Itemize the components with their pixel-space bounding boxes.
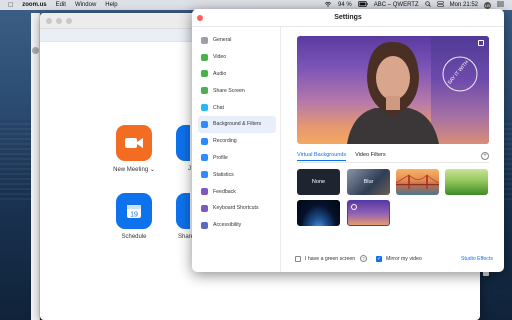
calendar-icon: 19 — [127, 205, 141, 219]
video-preview: SAY IT WITH — [297, 36, 489, 144]
video-camera-icon — [125, 138, 143, 148]
user-badge[interactable]: LB — [484, 1, 491, 9]
schedule-tile[interactable]: 19 Schedule — [104, 193, 164, 240]
battery-icon — [357, 1, 368, 9]
settings-sidebar: General Video Audio Share Screen Chat Backgro… — [198, 32, 276, 234]
menu-list-icon[interactable] — [497, 1, 504, 9]
sidebar-item-label: General — [213, 37, 232, 44]
statistics-icon — [201, 171, 208, 179]
apple-icon[interactable]:  — [8, 2, 13, 9]
sidebar-item-accessibility[interactable]: Accessibility — [198, 217, 276, 234]
menu-window[interactable]: Window — [75, 2, 96, 8]
watermark-badge: SAY IT WITH — [442, 56, 478, 92]
zoom-window-button[interactable] — [66, 18, 72, 24]
sidebar-item-keyboard-shortcuts[interactable]: Keyboard Shortcuts — [198, 200, 276, 217]
control-center-icon[interactable] — [436, 1, 444, 9]
feedback-icon — [201, 188, 208, 196]
add-background-button[interactable]: + — [481, 152, 489, 160]
sidebar-divider — [280, 27, 281, 272]
background-grass[interactable] — [445, 169, 488, 195]
chat-icon — [201, 104, 208, 112]
sidebar-item-label: Background & Filters — [213, 121, 262, 128]
background-blur[interactable]: Blur — [347, 169, 390, 195]
settings-window: Settings General Video Audio Share Screen Ch… — [192, 9, 504, 272]
sidebar-item-label: Video — [213, 54, 227, 61]
sidebar-item-label: Audio — [213, 70, 227, 77]
menu-app-name[interactable]: zoom.us — [22, 2, 46, 8]
sidebar-item-label: Feedback — [213, 188, 236, 195]
sidebar-item-label: Recording — [213, 138, 237, 145]
chevron-down-icon[interactable]: ⌄ — [150, 167, 155, 173]
bridge-image — [396, 174, 439, 189]
mirror-video-label: Mirror my video — [386, 256, 422, 262]
accessibility-icon — [201, 221, 208, 229]
background-earth[interactable] — [297, 200, 340, 226]
new-meeting-label: New Meeting — [113, 167, 149, 173]
schedule-button[interactable]: 19 — [116, 193, 152, 229]
sidebar-item-label: Statistics — [213, 171, 234, 178]
background-tabs: Virtual Backgrounds Video Filters — [297, 152, 386, 161]
video-icon — [201, 53, 208, 61]
expand-preview-icon[interactable] — [478, 40, 484, 46]
background-options: I have a green screen ? ✓ Mirror my vide… — [295, 255, 495, 265]
profile-icon — [201, 154, 208, 162]
green-screen-label: I have a green screen — [305, 256, 356, 262]
settings-title: Settings — [334, 14, 362, 21]
new-meeting-tile[interactable]: New Meeting ⌄ — [104, 125, 164, 173]
sidebar-item-recording[interactable]: Recording — [198, 133, 276, 150]
search-icon[interactable] — [424, 1, 431, 9]
close-window-button[interactable] — [46, 18, 52, 24]
join-label: J — [188, 166, 191, 172]
sidebar-item-feedback[interactable]: Feedback — [198, 183, 276, 200]
background-golden-gate[interactable] — [396, 169, 439, 195]
sidebar-item-label: Profile — [213, 154, 228, 161]
window-control-dot — [32, 47, 39, 54]
sidebar-item-general[interactable]: General — [198, 32, 276, 49]
sidebar-item-label: Chat — [213, 104, 224, 111]
headphones-icon — [201, 70, 208, 78]
wifi-icon[interactable] — [324, 1, 332, 9]
menu-clock[interactable]: Mon 21:52 — [450, 2, 478, 8]
green-screen-checkbox[interactable] — [295, 256, 301, 262]
close-settings-button[interactable] — [197, 15, 203, 21]
minimize-window-button[interactable] — [56, 18, 62, 24]
svg-text:SAY IT WITH: SAY IT WITH — [447, 59, 471, 86]
tab-video-filters[interactable]: Video Filters — [355, 152, 385, 161]
sidebar-item-share-screen[interactable]: Share Screen — [198, 82, 276, 99]
background-custom-selected[interactable] — [347, 200, 390, 226]
input-source[interactable]: ABC – QWERTZ — [374, 2, 419, 8]
sidebar-item-label: Accessibility — [213, 222, 242, 229]
background-icon — [201, 120, 208, 128]
sidebar-item-chat[interactable]: Chat — [198, 99, 276, 116]
menu-edit[interactable]: Edit — [56, 2, 66, 8]
settings-titlebar: Settings — [192, 9, 504, 27]
sidebar-item-profile[interactable]: Profile — [198, 150, 276, 167]
keyboard-icon — [201, 204, 208, 212]
sidebar-item-label: Keyboard Shortcuts — [213, 205, 259, 212]
tabs-underline — [297, 162, 489, 163]
recording-icon — [201, 137, 208, 145]
sidebar-item-video[interactable]: Video — [198, 49, 276, 66]
menu-help[interactable]: Help — [105, 2, 117, 8]
help-icon[interactable]: ? — [360, 255, 367, 262]
selected-indicator-icon — [351, 204, 357, 210]
share-screen-button[interactable] — [176, 193, 190, 229]
sidebar-item-background-filters[interactable]: Background & Filters — [198, 115, 276, 133]
background-window-edge — [31, 13, 40, 320]
new-meeting-button[interactable] — [116, 125, 152, 161]
studio-effects-link[interactable]: Studio Effects — [461, 256, 493, 262]
mirror-video-checkbox[interactable]: ✓ — [376, 256, 382, 262]
battery-percent[interactable]: 94 % — [338, 2, 352, 8]
sidebar-item-statistics[interactable]: Statistics — [198, 166, 276, 183]
sidebar-item-label: Share Screen — [213, 87, 245, 94]
sidebar-item-audio[interactable]: Audio — [198, 66, 276, 83]
share-screen-icon — [201, 87, 208, 95]
svg-text:19: 19 — [130, 212, 138, 219]
join-button[interactable] — [176, 125, 190, 161]
gear-icon — [201, 36, 208, 44]
tab-virtual-backgrounds[interactable]: Virtual Backgrounds — [297, 152, 347, 161]
schedule-label: Schedule — [121, 234, 147, 240]
background-none[interactable]: None — [297, 169, 340, 195]
